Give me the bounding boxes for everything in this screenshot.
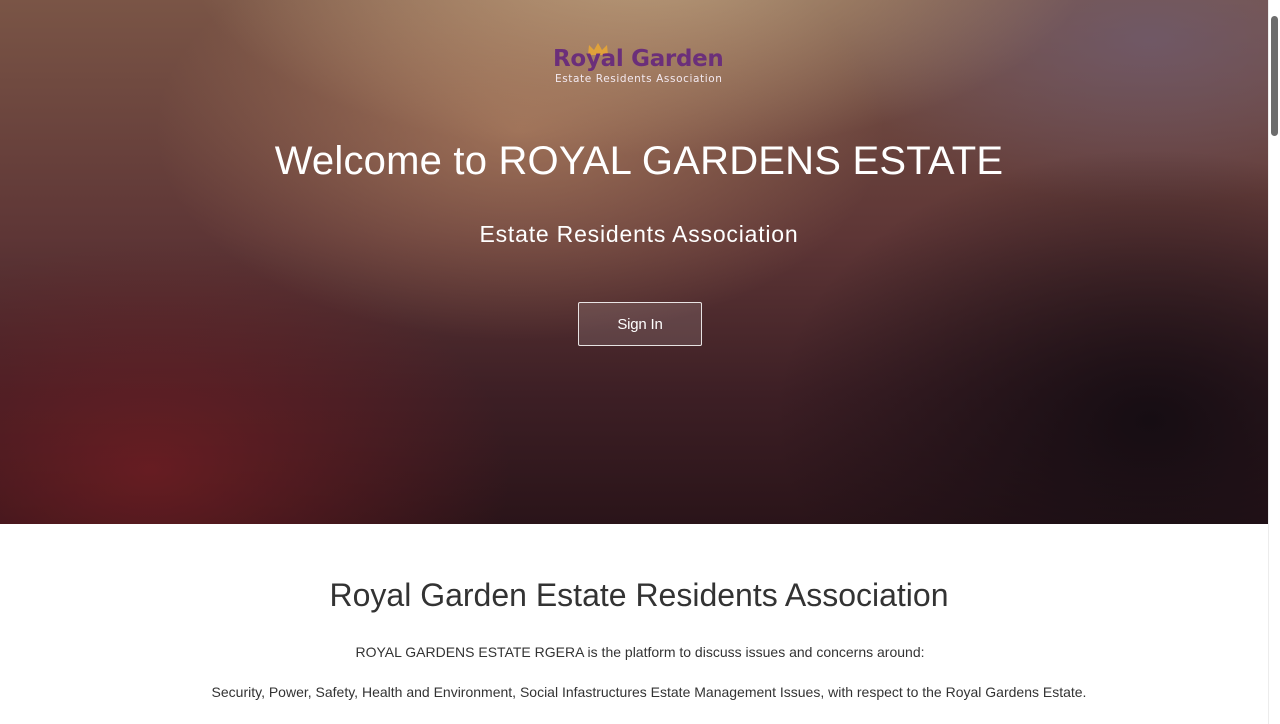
hero-section: Royal Garden Estate Residents Associatio…: [0, 0, 1268, 524]
scrollbar-thumb[interactable]: [1271, 16, 1278, 136]
logo-subtitle: Estate Residents Association: [555, 73, 723, 85]
about-intro-text: ROYAL GARDENS ESTATE RGERA is the platfo…: [355, 644, 925, 660]
hero-subtitle: Estate Residents Association: [479, 221, 799, 247]
logo[interactable]: Royal Garden Estate Residents Associatio…: [553, 42, 729, 90]
sign-in-button[interactable]: Sign In: [578, 302, 702, 346]
about-topics-text: Security, Power, Safety, Health and Envi…: [211, 684, 1087, 700]
logo-title: Royal Garden: [553, 46, 724, 72]
page-scrollbar[interactable]: [1268, 0, 1280, 724]
hero-title: Welcome to ROYAL GARDENS ESTATE: [274, 139, 1004, 183]
about-title: Royal Garden Estate Residents Associatio…: [329, 577, 949, 613]
about-section: Royal Garden Estate Residents Associatio…: [0, 524, 1268, 724]
